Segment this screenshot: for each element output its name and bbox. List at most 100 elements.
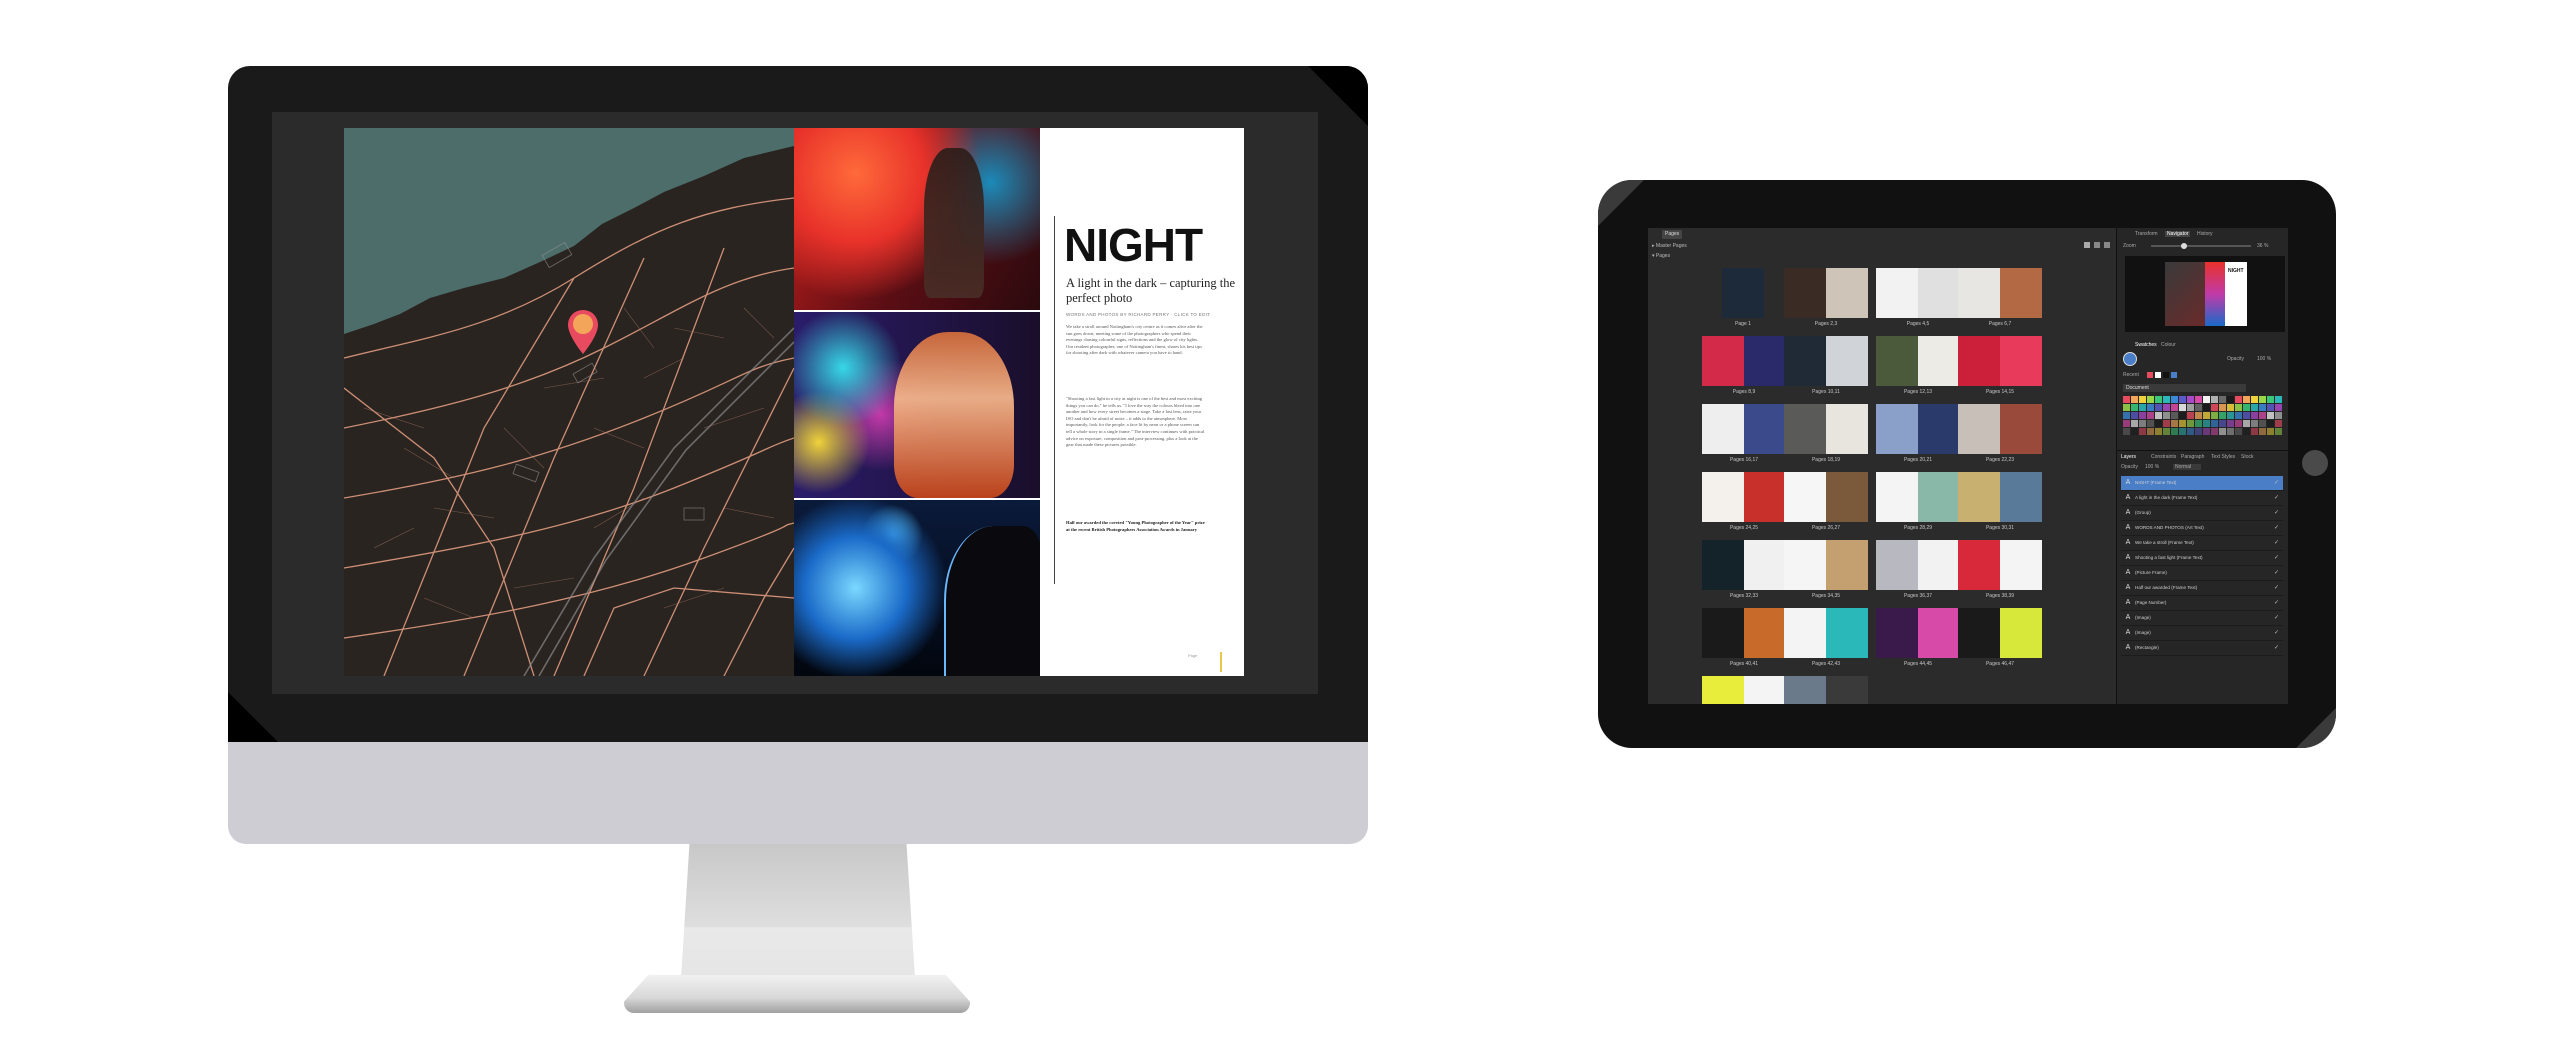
visibility-check-icon[interactable]: ✓ (2274, 581, 2279, 595)
swatch[interactable] (2123, 404, 2130, 411)
swatch[interactable] (2259, 428, 2266, 435)
page-thumbnail[interactable]: Pages 30,31 (1958, 472, 2042, 534)
page-thumbnail[interactable]: Pages 24,25 (1702, 472, 1786, 534)
swatch[interactable] (2195, 412, 2202, 419)
swatch[interactable] (2235, 420, 2242, 427)
swatch[interactable] (2163, 428, 2170, 435)
page-thumbnail[interactable]: Pages 46,47 (1958, 608, 2042, 670)
swatch[interactable] (2219, 404, 2226, 411)
visibility-check-icon[interactable]: ✓ (2274, 476, 2279, 490)
layers-panel-tab[interactable]: Text Styles (2211, 454, 2235, 460)
swatch[interactable] (2203, 404, 2210, 411)
swatch[interactable] (2275, 412, 2282, 419)
tree-pages[interactable]: ▾ Pages (1652, 253, 1670, 259)
page-thumbnail[interactable]: Page 1 (1722, 268, 1764, 330)
swatch[interactable] (2123, 428, 2130, 435)
swatch[interactable] (2123, 396, 2130, 403)
page-thumbnail[interactable]: Pages 8,9 (1702, 336, 1786, 398)
swatch[interactable] (2211, 396, 2218, 403)
page-thumbnail[interactable]: Pages 16,17 (1702, 404, 1786, 466)
swatch[interactable] (2235, 396, 2242, 403)
page-thumbnail[interactable]: Pages 22,23 (1958, 404, 2042, 466)
swatch[interactable] (2179, 396, 2186, 403)
swatch[interactable] (2219, 428, 2226, 435)
tab-colour[interactable]: Colour (2161, 342, 2176, 348)
swatch[interactable] (2275, 404, 2282, 411)
swatch[interactable] (2187, 404, 2194, 411)
swatch[interactable] (2163, 420, 2170, 427)
zoom-slider-knob[interactable] (2181, 243, 2187, 249)
swatch[interactable] (2275, 396, 2282, 403)
swatch[interactable] (2259, 404, 2266, 411)
swatch[interactable] (2163, 396, 2170, 403)
page-thumbnail[interactable]: Pages 10,11 (1784, 336, 1868, 398)
swatch[interactable] (2251, 404, 2258, 411)
swatch[interactable] (2155, 412, 2162, 419)
swatch[interactable] (2147, 396, 2154, 403)
swatch[interactable] (2227, 428, 2234, 435)
layer-row[interactable]: A (Picture Frame) ✓ (2121, 566, 2283, 581)
swatch[interactable] (2219, 420, 2226, 427)
layer-row[interactable]: A A light in the dark (Frame Text) ✓ (2121, 491, 2283, 506)
swatch[interactable] (2259, 412, 2266, 419)
swatch[interactable] (2203, 420, 2210, 427)
visibility-check-icon[interactable]: ✓ (2274, 536, 2279, 550)
page-thumbnail[interactable]: Pages 18,19 (1784, 404, 1868, 466)
tab-navigator[interactable]: Navigator (2165, 231, 2191, 237)
swatch[interactable] (2211, 412, 2218, 419)
layer-opacity-value[interactable]: 100 % (2145, 464, 2159, 470)
layer-row[interactable]: A Shooting a fast light (Frame Text) ✓ (2121, 551, 2283, 566)
swatch[interactable] (2219, 396, 2226, 403)
visibility-check-icon[interactable]: ✓ (2274, 596, 2279, 610)
swatch[interactable] (2227, 396, 2234, 403)
fill-colour-well[interactable] (2123, 352, 2137, 366)
swatch[interactable] (2131, 428, 2138, 435)
swatch[interactable] (2179, 420, 2186, 427)
page-thumbnail[interactable]: Pages 44,45 (1876, 608, 1960, 670)
swatch[interactable] (2259, 420, 2266, 427)
page-thumbnail[interactable]: Pages 6,7 (1958, 268, 2042, 330)
visibility-check-icon[interactable]: ✓ (2274, 626, 2279, 640)
tab-transform[interactable]: Transform (2135, 231, 2158, 237)
swatch[interactable] (2195, 428, 2202, 435)
swatch[interactable] (2267, 396, 2274, 403)
swatch[interactable] (2131, 412, 2138, 419)
swatch[interactable] (2147, 420, 2154, 427)
visibility-check-icon[interactable]: ✓ (2274, 611, 2279, 625)
page-thumbnail[interactable] (1702, 676, 1786, 704)
swatch[interactable] (2139, 428, 2146, 435)
swatch[interactable] (2203, 396, 2210, 403)
swatch[interactable] (2243, 420, 2250, 427)
swatch[interactable] (2139, 404, 2146, 411)
swatch[interactable] (2211, 428, 2218, 435)
swatch[interactable] (2267, 412, 2274, 419)
swatch[interactable] (2131, 404, 2138, 411)
swatch[interactable] (2155, 428, 2162, 435)
swatch[interactable] (2227, 412, 2234, 419)
swatch[interactable] (2251, 428, 2258, 435)
swatch[interactable] (2267, 404, 2274, 411)
layers-panel-tab[interactable]: Paragraph (2181, 454, 2204, 460)
swatch[interactable] (2235, 428, 2242, 435)
swatch[interactable] (2155, 396, 2162, 403)
swatch[interactable] (2267, 428, 2274, 435)
page-options-icon[interactable] (2094, 242, 2100, 248)
visibility-check-icon[interactable]: ✓ (2274, 506, 2279, 520)
zoom-slider[interactable] (2151, 243, 2251, 249)
swatch[interactable] (2267, 420, 2274, 427)
layer-row[interactable]: A (Page Number) ✓ (2121, 596, 2283, 611)
layers-panel-tab[interactable]: Stock (2241, 454, 2254, 460)
swatch[interactable] (2187, 428, 2194, 435)
swatch[interactable] (2243, 412, 2250, 419)
swatch[interactable] (2147, 404, 2154, 411)
swatch[interactable] (2235, 412, 2242, 419)
page-thumbnail[interactable]: Pages 20,21 (1876, 404, 1960, 466)
page-thumbnail[interactable]: Pages 32,33 (1702, 540, 1786, 602)
swatch[interactable] (2219, 412, 2226, 419)
page-thumbnail[interactable]: Pages 26,27 (1784, 472, 1868, 534)
page-thumbnail[interactable]: Pages 36,37 (1876, 540, 1960, 602)
swatch[interactable] (2155, 420, 2162, 427)
swatch[interactable] (2227, 404, 2234, 411)
swatch[interactable] (2179, 404, 2186, 411)
swatch[interactable] (2171, 420, 2178, 427)
